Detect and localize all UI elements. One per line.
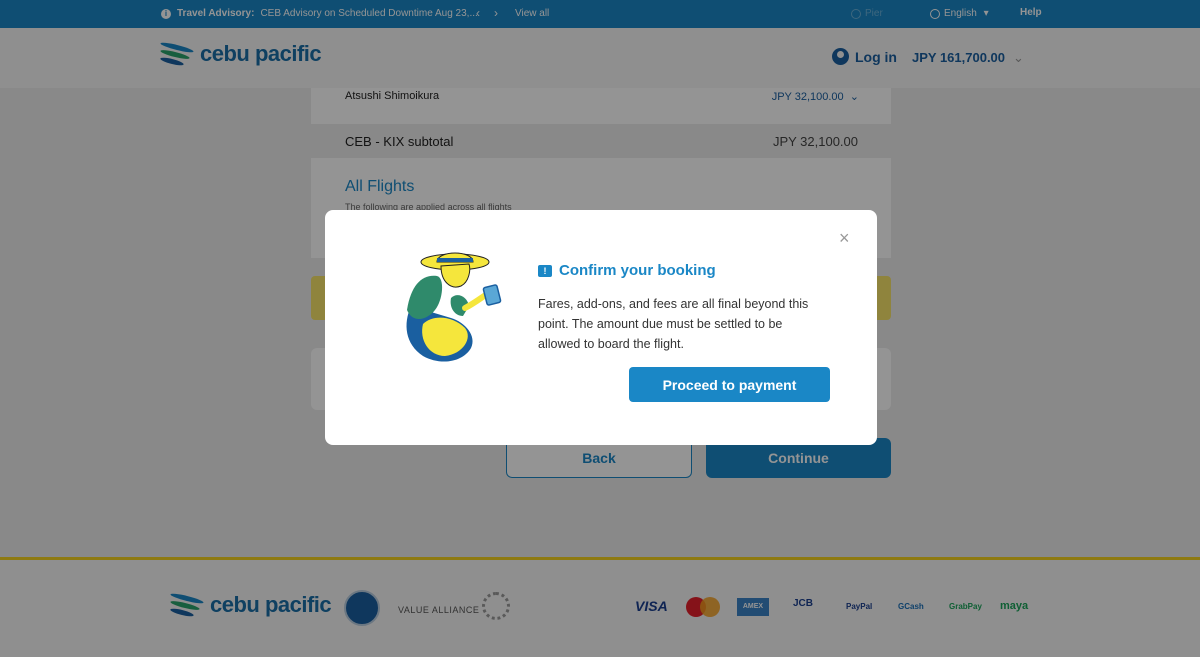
alert-icon: ! (538, 264, 552, 277)
proceed-to-payment-button[interactable]: Proceed to payment (629, 367, 830, 402)
confirm-booking-modal: × ! Confirm your booking Fares, add-ons,… (325, 210, 877, 445)
modal-title-text: Confirm your booking (559, 262, 716, 279)
modal-title: ! Confirm your booking (538, 262, 716, 279)
traveler-illustration (406, 252, 502, 362)
modal-body: Fares, add-ons, and fees are all final b… (538, 297, 809, 351)
close-icon[interactable]: × (839, 228, 850, 249)
